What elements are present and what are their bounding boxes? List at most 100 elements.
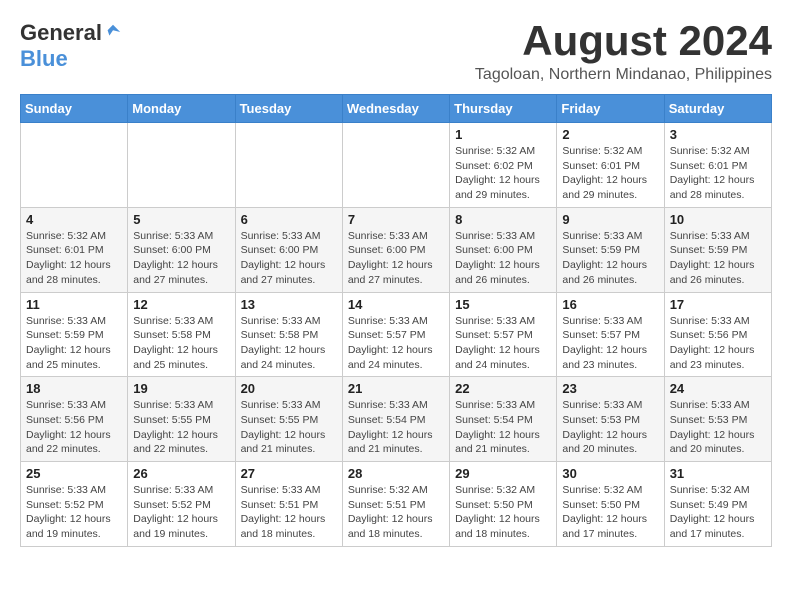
day-info: Sunrise: 5:33 AM Sunset: 6:00 PM Dayligh… — [348, 229, 444, 288]
day-info: Sunrise: 5:33 AM Sunset: 5:54 PM Dayligh… — [455, 398, 551, 457]
table-row: 15Sunrise: 5:33 AM Sunset: 5:57 PM Dayli… — [450, 292, 557, 377]
calendar-week-row: 1 Sunrise: 5:32 AM Sunset: 6:02 PM Daylig… — [21, 123, 772, 208]
table-row — [235, 123, 342, 208]
calendar-header-row: Sunday Monday Tuesday Wednesday Thursday… — [21, 95, 772, 123]
table-row: 16 Sunrise: 5:33 AM Sunset: 5:57 PM Dayli… — [557, 292, 664, 377]
day-info: Sunrise: 5:33 AM Sunset: 6:00 PM Dayligh… — [133, 229, 229, 288]
day-number: 27 — [241, 466, 337, 481]
day-number: 7 — [348, 212, 444, 227]
day-info: Sunrise: 5:33 AM Sunset: 5:52 PM Dayligh… — [26, 483, 122, 542]
col-header-saturday: Saturday — [664, 95, 771, 123]
day-number: 13 — [241, 297, 337, 312]
table-row: 20 Sunrise: 5:33 AM Sunset: 5:55 PM Dayli… — [235, 377, 342, 462]
logo-blue-text: Blue — [20, 46, 68, 71]
day-number: 23 — [562, 381, 658, 396]
day-number: 19 — [133, 381, 229, 396]
table-row: 30 Sunrise: 5:32 AM Sunset: 5:50 PM Dayli… — [557, 462, 664, 547]
day-info: Sunrise: 5:33 AM Sunset: 5:59 PM Dayligh… — [670, 229, 766, 288]
day-info: Sunrise: 5:33 AM Sunset: 5:59 PM Dayligh… — [26, 314, 122, 373]
day-info: Sunrise: 5:33 AM Sunset: 5:59 PM Dayligh… — [562, 229, 658, 288]
col-header-monday: Monday — [128, 95, 235, 123]
table-row: 31 Sunrise: 5:32 AM Sunset: 5:49 PM Dayli… — [664, 462, 771, 547]
day-number: 12 — [133, 297, 229, 312]
table-row — [21, 123, 128, 208]
day-number: 2 — [562, 127, 658, 142]
table-row: 2Sunrise: 5:32 AM Sunset: 6:01 PM Daylig… — [557, 123, 664, 208]
day-info: Sunrise: 5:33 AM Sunset: 5:57 PM Dayligh… — [562, 314, 658, 373]
day-info: Sunrise: 5:32 AM Sunset: 6:02 PM Dayligh… — [455, 144, 551, 203]
table-row: 18 Sunrise: 5:33 AM Sunset: 5:56 PM Dayli… — [21, 377, 128, 462]
table-row: 22 Sunrise: 5:33 AM Sunset: 5:54 PM Dayli… — [450, 377, 557, 462]
table-row: 27 Sunrise: 5:33 AM Sunset: 5:51 PM Dayli… — [235, 462, 342, 547]
day-info: Sunrise: 5:33 AM Sunset: 6:00 PM Dayligh… — [455, 229, 551, 288]
day-number: 10 — [670, 212, 766, 227]
day-info: Sunrise: 5:33 AM Sunset: 5:57 PM Dayligh… — [348, 314, 444, 373]
day-info: Sunrise: 5:33 AM Sunset: 5:55 PM Dayligh… — [133, 398, 229, 457]
day-info: Sunrise: 5:33 AM Sunset: 5:53 PM Dayligh… — [670, 398, 766, 457]
calendar-week-row: 11Sunrise: 5:33 AM Sunset: 5:59 PM Dayli… — [21, 292, 772, 377]
day-info: Sunrise: 5:33 AM Sunset: 5:58 PM Dayligh… — [241, 314, 337, 373]
day-info: Sunrise: 5:33 AM Sunset: 5:55 PM Dayligh… — [241, 398, 337, 457]
table-row: 8 Sunrise: 5:33 AM Sunset: 6:00 PM Daylig… — [450, 207, 557, 292]
table-row: 13 Sunrise: 5:33 AM Sunset: 5:58 PM Dayli… — [235, 292, 342, 377]
day-number: 1 — [455, 127, 551, 142]
day-info: Sunrise: 5:32 AM Sunset: 5:50 PM Dayligh… — [455, 483, 551, 542]
table-row: 11Sunrise: 5:33 AM Sunset: 5:59 PM Dayli… — [21, 292, 128, 377]
day-number: 31 — [670, 466, 766, 481]
day-info: Sunrise: 5:32 AM Sunset: 5:50 PM Dayligh… — [562, 483, 658, 542]
day-info: Sunrise: 5:33 AM Sunset: 5:54 PM Dayligh… — [348, 398, 444, 457]
day-info: Sunrise: 5:33 AM Sunset: 5:53 PM Dayligh… — [562, 398, 658, 457]
day-info: Sunrise: 5:32 AM Sunset: 5:51 PM Dayligh… — [348, 483, 444, 542]
day-number: 16 — [562, 297, 658, 312]
day-info: Sunrise: 5:33 AM Sunset: 5:52 PM Dayligh… — [133, 483, 229, 542]
day-info: Sunrise: 5:33 AM Sunset: 5:56 PM Dayligh… — [26, 398, 122, 457]
day-number: 28 — [348, 466, 444, 481]
table-row: 10 Sunrise: 5:33 AM Sunset: 5:59 PM Dayli… — [664, 207, 771, 292]
month-year-title: August 2024 — [475, 20, 772, 62]
logo-general-text: General — [20, 20, 102, 46]
day-info: Sunrise: 5:32 AM Sunset: 5:49 PM Dayligh… — [670, 483, 766, 542]
day-number: 4 — [26, 212, 122, 227]
logo: General Blue — [20, 20, 122, 72]
day-number: 3 — [670, 127, 766, 142]
day-number: 20 — [241, 381, 337, 396]
table-row: 6Sunrise: 5:33 AM Sunset: 6:00 PM Daylig… — [235, 207, 342, 292]
day-number: 25 — [26, 466, 122, 481]
day-info: Sunrise: 5:32 AM Sunset: 6:01 PM Dayligh… — [26, 229, 122, 288]
col-header-thursday: Thursday — [450, 95, 557, 123]
day-info: Sunrise: 5:33 AM Sunset: 5:58 PM Dayligh… — [133, 314, 229, 373]
table-row: 23 Sunrise: 5:33 AM Sunset: 5:53 PM Dayli… — [557, 377, 664, 462]
table-row: 14 Sunrise: 5:33 AM Sunset: 5:57 PM Dayli… — [342, 292, 449, 377]
table-row: 4 Sunrise: 5:32 AM Sunset: 6:01 PM Daylig… — [21, 207, 128, 292]
day-number: 5 — [133, 212, 229, 227]
col-header-wednesday: Wednesday — [342, 95, 449, 123]
table-row: 25 Sunrise: 5:33 AM Sunset: 5:52 PM Dayli… — [21, 462, 128, 547]
table-row — [342, 123, 449, 208]
col-header-tuesday: Tuesday — [235, 95, 342, 123]
day-number: 8 — [455, 212, 551, 227]
day-number: 18 — [26, 381, 122, 396]
table-row: 24Sunrise: 5:33 AM Sunset: 5:53 PM Dayli… — [664, 377, 771, 462]
calendar-week-row: 25 Sunrise: 5:33 AM Sunset: 5:52 PM Dayli… — [21, 462, 772, 547]
day-number: 14 — [348, 297, 444, 312]
day-number: 22 — [455, 381, 551, 396]
table-row — [128, 123, 235, 208]
header: General Blue August 2024 Tagoloan, North… — [20, 20, 772, 84]
location-subtitle: Tagoloan, Northern Mindanao, Philippines — [475, 66, 772, 84]
title-section: August 2024 Tagoloan, Northern Mindanao,… — [475, 20, 772, 84]
table-row: 28 Sunrise: 5:32 AM Sunset: 5:51 PM Dayli… — [342, 462, 449, 547]
table-row: 9Sunrise: 5:33 AM Sunset: 5:59 PM Daylig… — [557, 207, 664, 292]
col-header-sunday: Sunday — [21, 95, 128, 123]
day-info: Sunrise: 5:33 AM Sunset: 5:57 PM Dayligh… — [455, 314, 551, 373]
table-row: 21 Sunrise: 5:33 AM Sunset: 5:54 PM Dayli… — [342, 377, 449, 462]
table-row: 3Sunrise: 5:32 AM Sunset: 6:01 PM Daylig… — [664, 123, 771, 208]
day-info: Sunrise: 5:33 AM Sunset: 5:51 PM Dayligh… — [241, 483, 337, 542]
day-number: 21 — [348, 381, 444, 396]
day-number: 30 — [562, 466, 658, 481]
table-row: 5 Sunrise: 5:33 AM Sunset: 6:00 PM Daylig… — [128, 207, 235, 292]
table-row: 7 Sunrise: 5:33 AM Sunset: 6:00 PM Daylig… — [342, 207, 449, 292]
day-number: 29 — [455, 466, 551, 481]
day-info: Sunrise: 5:33 AM Sunset: 5:56 PM Dayligh… — [670, 314, 766, 373]
calendar-week-row: 18 Sunrise: 5:33 AM Sunset: 5:56 PM Dayli… — [21, 377, 772, 462]
day-number: 6 — [241, 212, 337, 227]
